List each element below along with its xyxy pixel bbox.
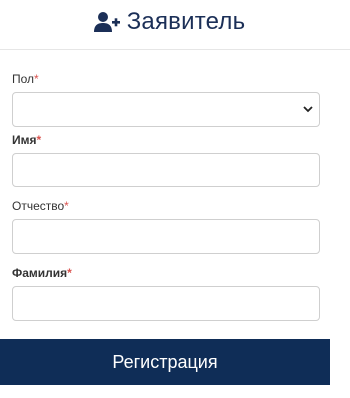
last-name-field: Фамилия* <box>12 266 338 321</box>
required-marker: * <box>64 199 69 213</box>
gender-label: Пол* <box>12 72 338 86</box>
last-name-label-text: Фамилия <box>12 266 68 280</box>
patronymic-label: Отчество* <box>12 199 338 213</box>
user-plus-icon <box>93 11 120 32</box>
patronymic-field: Отчество* <box>12 199 338 254</box>
chevron-down-icon <box>303 106 313 113</box>
gender-label-text: Пол <box>12 72 35 86</box>
required-marker: * <box>36 133 42 147</box>
applicant-form: Пол* Имя* Отчество* Фамилия* <box>0 72 350 321</box>
last-name-label: Фамилия* <box>12 266 338 280</box>
first-name-label-text: Имя <box>12 133 37 147</box>
required-marker: * <box>67 266 72 280</box>
gender-field: Пол* <box>12 72 338 127</box>
page-title: Заявитель <box>126 7 246 35</box>
first-name-label: Имя* <box>12 133 338 147</box>
form-header: Заявитель <box>0 0 350 50</box>
patronymic-input[interactable] <box>12 219 320 254</box>
required-marker: * <box>34 72 39 86</box>
register-button[interactable]: Регистрация <box>0 339 330 385</box>
first-name-field: Имя* <box>12 133 338 187</box>
gender-select[interactable] <box>12 92 320 127</box>
patronymic-label-text: Отчество <box>12 199 65 213</box>
registration-form-page: Заявитель Пол* Имя* Отчество* Фамилия* Р… <box>0 0 350 398</box>
first-name-input[interactable] <box>12 153 320 187</box>
header-content: Заявитель <box>93 8 246 36</box>
last-name-input[interactable] <box>12 286 320 321</box>
